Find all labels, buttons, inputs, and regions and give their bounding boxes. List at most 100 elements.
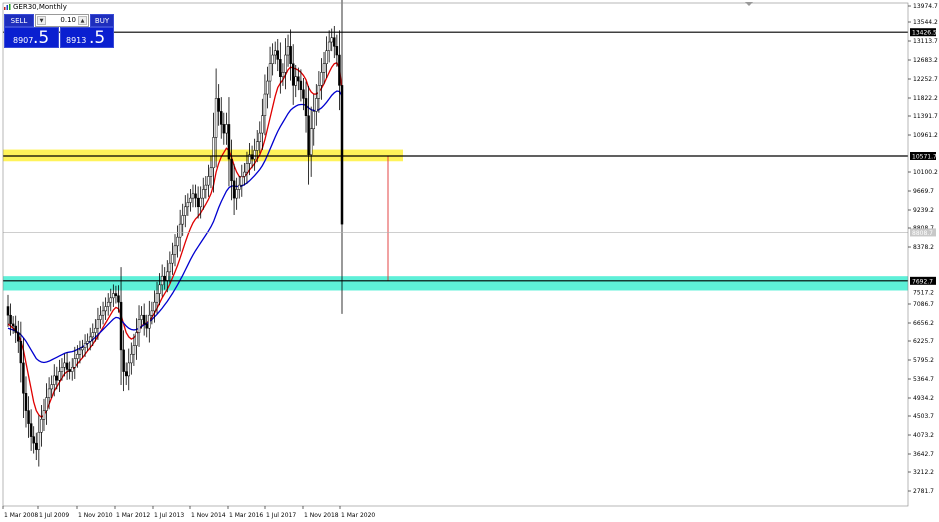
candle-body <box>68 369 71 372</box>
lot-size-field[interactable]: ▼ 0.10 ▲ <box>35 14 89 27</box>
candle-body <box>22 362 25 394</box>
x-tick-label: 1 Jul 2013 <box>154 512 184 519</box>
candle-body <box>91 332 95 338</box>
candle-body <box>150 310 154 316</box>
candle-body <box>266 80 269 95</box>
candle-body <box>94 327 97 333</box>
x-tick-label: 1 Nov 2010 <box>78 512 113 519</box>
y-tick-label: 12252.7 <box>913 76 938 83</box>
lot-decrease-icon[interactable]: ▼ <box>37 16 46 25</box>
x-tick-label: 1 Mar 2008 <box>4 512 38 519</box>
candle-body <box>214 98 218 138</box>
shift-marker-icon[interactable] <box>745 2 753 6</box>
y-tick-label: 13544.2 <box>913 19 938 26</box>
y-tick-label: 10100.2 <box>913 169 938 176</box>
candle-body <box>163 275 166 281</box>
candle-body <box>155 293 159 303</box>
chart-window-icon <box>4 4 11 10</box>
candle-body <box>297 76 300 82</box>
candle-body <box>70 366 74 372</box>
x-tick-label: 1 Mar 2016 <box>229 512 263 519</box>
buy-price-fraction: .5 <box>89 28 106 48</box>
y-tick-label: 9669.7 <box>913 188 934 195</box>
candle-body <box>261 115 264 134</box>
candle-body <box>240 176 244 186</box>
one-click-trading-panel: SELL ▼ 0.10 ▲ BUY 8907 .5 8913 .5 <box>4 14 114 48</box>
candle-body <box>325 50 328 64</box>
candle-body <box>9 314 12 325</box>
candle-body <box>78 349 82 355</box>
level-price-label: 7692.7 <box>912 278 933 285</box>
candle-body <box>271 54 274 64</box>
x-tick-label: 1 Mar 2012 <box>116 512 150 519</box>
candle-body <box>279 59 282 77</box>
candle-body <box>117 295 120 303</box>
y-tick-label: 12683.2 <box>913 57 938 64</box>
candle-body <box>76 353 79 359</box>
candle-body <box>106 301 110 307</box>
buy-button[interactable]: BUY <box>90 14 114 27</box>
candle-body <box>27 410 30 424</box>
candle-body <box>230 158 233 182</box>
candle-body <box>333 37 336 47</box>
candle-body <box>284 54 287 73</box>
buy-price-button[interactable]: 8913 .5 <box>60 27 114 48</box>
x-tick-label: 1 Jul 2017 <box>266 512 296 519</box>
candle-body <box>88 336 92 342</box>
candle-body <box>196 197 200 208</box>
candle-body <box>255 141 259 151</box>
candle-body <box>40 419 43 433</box>
candle-body <box>119 301 123 351</box>
support-zone[interactable] <box>3 276 908 291</box>
lot-size-value[interactable]: 0.10 <box>52 16 76 24</box>
zones-layer <box>3 149 908 291</box>
y-tick-label: 11822.2 <box>913 95 938 102</box>
candle-body <box>338 54 341 86</box>
lot-increase-icon[interactable]: ▲ <box>78 16 87 25</box>
candle-layer <box>6 0 344 467</box>
candle-body <box>291 63 295 86</box>
candle-body <box>281 72 285 77</box>
level-price-label: 10571.7 <box>912 153 937 160</box>
sell-price-main: 8907 <box>13 36 34 45</box>
chart-title: GER30,Monthly <box>13 3 67 11</box>
candle-body <box>65 362 69 370</box>
candle-body <box>225 124 228 134</box>
y-tick-label: 7086.7 <box>913 301 934 308</box>
candle-body <box>335 46 339 56</box>
y-tick-label: 3642.7 <box>913 451 934 458</box>
y-tick-label: 5364.7 <box>913 376 934 383</box>
candle-body <box>11 323 15 327</box>
candle-body <box>219 111 223 125</box>
y-tick-label: 8378.2 <box>913 244 934 251</box>
candle-body <box>191 193 195 199</box>
candle-body <box>194 193 197 199</box>
candle-body <box>122 349 125 372</box>
candle-body <box>29 423 33 437</box>
candle-body <box>127 362 131 377</box>
candle-body <box>273 50 277 56</box>
candle-body <box>184 206 187 216</box>
candle-body <box>173 245 177 255</box>
candle-body <box>158 284 161 294</box>
y-tick-label: 5795.2 <box>913 357 934 364</box>
sell-button[interactable]: SELL <box>4 14 34 27</box>
candle-body <box>45 397 48 411</box>
candle-body <box>253 150 256 160</box>
sell-price-fraction: .5 <box>33 28 50 48</box>
candle-body <box>237 184 241 190</box>
price-chart[interactable]: 13426.5 10571.7 7692.7 13974.7 13544.2 13113… <box>0 0 939 522</box>
candle-body <box>63 362 66 368</box>
candle-body <box>317 85 321 99</box>
axis-layer: 13974.7 13544.2 13113.7 12683.2 12252.7 11822… <box>2 2 938 519</box>
candle-body <box>135 332 138 346</box>
candle-body <box>315 98 318 112</box>
candle-body <box>286 46 290 56</box>
candle-body <box>168 262 172 273</box>
candle-body <box>268 63 272 82</box>
sell-price-button[interactable]: 8907 .5 <box>4 27 59 48</box>
candle-body <box>124 371 128 377</box>
y-tick-label: 9239.2 <box>913 207 934 214</box>
candle-body <box>114 293 118 296</box>
candle-body <box>55 375 59 381</box>
